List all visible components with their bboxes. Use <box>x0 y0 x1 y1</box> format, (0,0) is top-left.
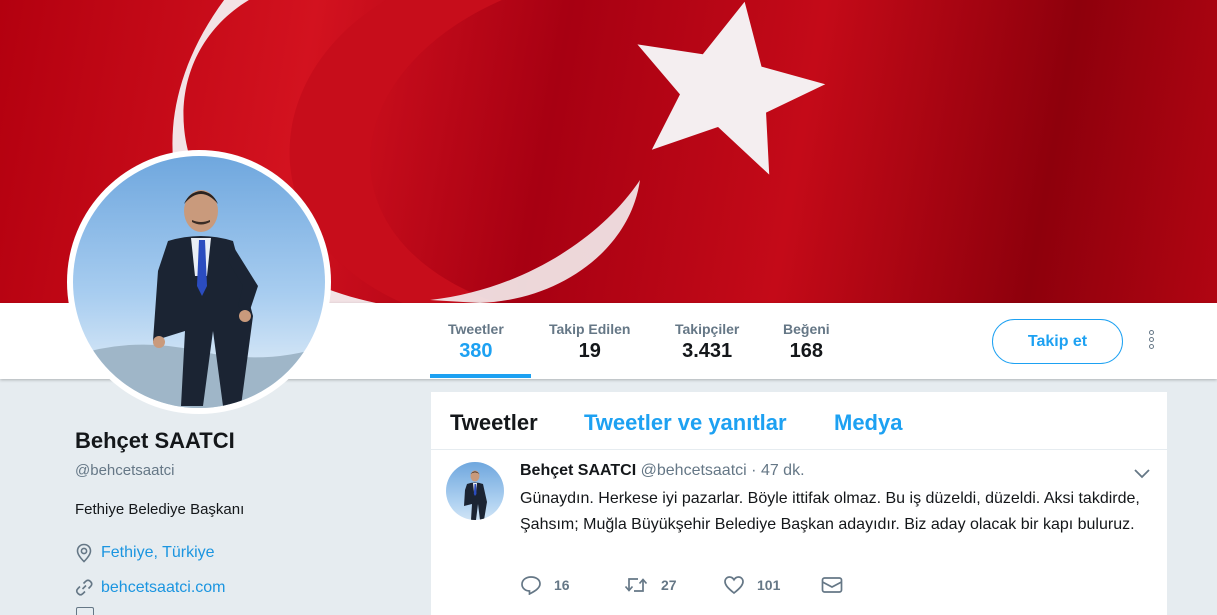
reply-count: 16 <box>554 577 570 593</box>
profile-name: Behçet SAATCI <box>75 428 235 453</box>
chevron-down-icon[interactable] <box>1133 466 1151 480</box>
follow-button[interactable]: Takip et <box>992 319 1123 364</box>
link-icon <box>75 579 93 596</box>
tweet-author-handle[interactable]: @behcetsaatci <box>641 462 747 479</box>
reply-button[interactable]: 16 <box>520 575 623 595</box>
like-count: 101 <box>757 577 781 593</box>
like-button[interactable]: 101 <box>723 575 821 595</box>
tweet-author-name[interactable]: Behçet SAATCI <box>520 462 636 479</box>
tweet-header: Behçet SAATCI @behcetsaatci · 47 dk. <box>520 462 805 480</box>
location-text[interactable]: Fethiye, Türkiye <box>101 544 215 562</box>
tweet-text: Günaydın. Herkese iyi pazarlar. Böyle it… <box>520 490 1140 533</box>
stat-value: 19 <box>578 340 601 362</box>
profile-bio: Fethiye Belediye Başkanı <box>75 501 245 518</box>
more-vertical-icon[interactable] <box>1144 330 1158 356</box>
stat-value: 380 <box>459 340 493 362</box>
retweet-button[interactable]: 27 <box>623 575 723 595</box>
stat-label: Takip Edilen <box>549 321 631 337</box>
heart-icon <box>724 576 744 595</box>
calendar-icon <box>76 607 94 615</box>
stat-value: 3.431 <box>682 340 733 362</box>
reply-icon <box>521 576 541 595</box>
stat-label: Tweetler <box>448 321 504 337</box>
stat-label: Beğeni <box>783 321 830 337</box>
retweet-icon <box>624 578 648 592</box>
stat-following[interactable]: Takip Edilen 19 <box>549 321 630 363</box>
retweet-count: 27 <box>661 577 677 593</box>
website-link[interactable]: behcetsaatci.com <box>101 579 226 597</box>
timeline-tabs: Tweetler Tweetler ve yanıtlar Medya <box>431 392 1167 450</box>
active-stat-indicator <box>430 374 531 378</box>
stat-tweets[interactable]: Tweetler 380 <box>448 321 504 363</box>
avatar[interactable] <box>67 150 331 414</box>
tweet-avatar[interactable] <box>446 462 504 520</box>
location-pin-icon <box>76 543 92 563</box>
profile-handle: @behcetsaatci <box>75 462 175 479</box>
profile-location[interactable]: Fethiye, Türkiye <box>75 543 215 563</box>
tweet-actions: 16 27 101 <box>520 575 855 595</box>
stat-likes[interactable]: Beğeni 168 <box>783 321 830 363</box>
tab-tweets-replies[interactable]: Tweetler ve yanıtlar <box>584 410 787 436</box>
stat-value: 168 <box>789 340 824 362</box>
profile-website[interactable]: behcetsaatci.com <box>75 578 226 598</box>
envelope-icon <box>821 577 843 593</box>
dm-button[interactable] <box>821 576 855 594</box>
tab-media[interactable]: Medya <box>834 410 902 436</box>
timeline: Tweetler Tweetler ve yanıtlar Medya Behç… <box>431 392 1167 615</box>
tab-tweets[interactable]: Tweetler <box>450 410 538 436</box>
stat-label: Takipçiler <box>675 321 740 337</box>
stat-followers[interactable]: Takipçiler 3.431 <box>675 321 739 363</box>
tweet-timestamp[interactable]: 47 dk. <box>761 462 805 479</box>
tweet[interactable]: Behçet SAATCI @behcetsaatci · 47 dk. Gün… <box>431 450 1167 615</box>
tweet-separator: · <box>751 462 757 479</box>
avatar-photo <box>73 156 325 408</box>
